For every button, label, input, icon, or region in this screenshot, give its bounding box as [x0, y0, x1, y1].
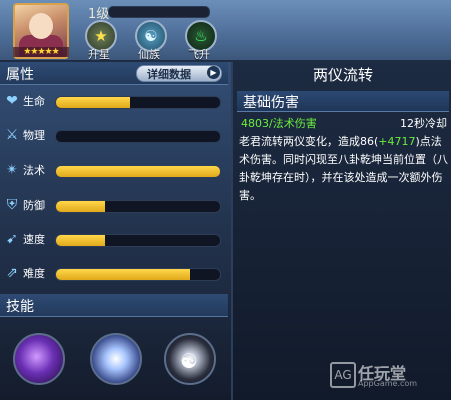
desc-text: 老君流转两仪变化，造成86( — [239, 135, 379, 148]
heart-icon: ❤ — [6, 93, 18, 109]
stat-bar — [55, 96, 221, 109]
skill-header: 技能 — [0, 294, 228, 317]
flame-icon: ♨ — [194, 27, 208, 45]
desc-bonus: +4717 — [378, 135, 416, 148]
stat-bar-fill — [56, 269, 191, 280]
level-progress-bar — [108, 6, 210, 18]
base-damage-label: 基础伤害 — [243, 95, 299, 111]
stat-label: 法术 — [23, 164, 45, 177]
stat-bar-fill — [56, 97, 130, 108]
stat-row-defense: ⛨ 防御 — [0, 194, 228, 218]
watermark-logo: AG — [330, 362, 356, 388]
detail-data-label: 详细数据 — [147, 67, 191, 81]
detail-data-button[interactable]: 详细数据 ▶ — [136, 65, 222, 82]
hero-face — [29, 13, 53, 39]
stat-bar — [55, 268, 221, 281]
stat-bar — [55, 130, 221, 143]
taiji-icon: ☯ — [144, 27, 158, 45]
sword-icon: ⚔ — [5, 127, 19, 143]
taiji-icon: ☯ — [180, 349, 198, 373]
stat-row-magic: ✴ 法术 — [0, 159, 228, 183]
stat-bar-fill — [56, 235, 106, 246]
stat-bar-fill — [56, 201, 106, 212]
boot-icon: ➹ — [6, 231, 18, 247]
stat-bar — [55, 234, 221, 247]
stat-label: 难度 — [23, 267, 45, 280]
stat-bar — [55, 165, 221, 178]
skill-title: 技能 — [6, 299, 34, 315]
skill-3-icon[interactable]: ☯ — [164, 333, 216, 385]
top-bar: ★★★★★ 1级 ★ 升星 ☯ 仙族 ♨ 飞升 — [0, 0, 451, 62]
attribute-header: 属性 详细数据 ▶ — [0, 62, 228, 85]
star-icon: ★ — [94, 27, 108, 45]
clan-label: 仙族 — [138, 48, 160, 61]
stat-row-speed: ➹ 速度 — [0, 228, 228, 252]
stat-bar-fill — [56, 166, 220, 177]
magic-icon: ✴ — [6, 162, 18, 178]
stat-label: 生命 — [23, 95, 45, 108]
stat-row-hp: ❤ 生命 — [0, 90, 228, 114]
hero-star-rating: ★★★★★ — [13, 47, 69, 57]
watermark: AG 任玩堂 AppGame.com — [330, 360, 440, 390]
skill-2-icon[interactable] — [90, 333, 142, 385]
base-damage-header: 基础伤害 — [237, 91, 449, 112]
damage-value: 4803/法术伤害 — [241, 117, 317, 130]
arrow-right-icon: ▶ — [207, 66, 220, 79]
stat-row-difficulty: ⇗ 难度 — [0, 262, 228, 286]
cooldown-value: 12秒冷却 — [400, 117, 447, 130]
stat-label: 速度 — [23, 233, 45, 246]
skill-description: 老君流转两仪变化，造成86(+4717)点法术伤害。同时闪现至八卦乾坤当前位置（… — [239, 133, 449, 205]
ascend-label: 飞升 — [188, 48, 210, 61]
star-up-label: 升星 — [88, 48, 110, 61]
stat-bar — [55, 200, 221, 213]
stat-label: 物理 — [23, 129, 45, 142]
skill-1-icon[interactable] — [13, 333, 65, 385]
shield-icon: ⛨ — [6, 197, 18, 213]
difficulty-icon: ⇗ — [6, 265, 18, 281]
watermark-url: AppGame.com — [358, 379, 418, 388]
attribute-title: 属性 — [6, 67, 34, 83]
skill-detail-panel: 两仪流转 基础伤害 4803/法术伤害 12秒冷却 老君流转两仪变化，造成86(… — [231, 62, 451, 400]
stat-row-physical: ⚔ 物理 — [0, 124, 228, 148]
stat-label: 防御 — [23, 199, 45, 212]
skill-name: 两仪流转 — [312, 66, 373, 84]
